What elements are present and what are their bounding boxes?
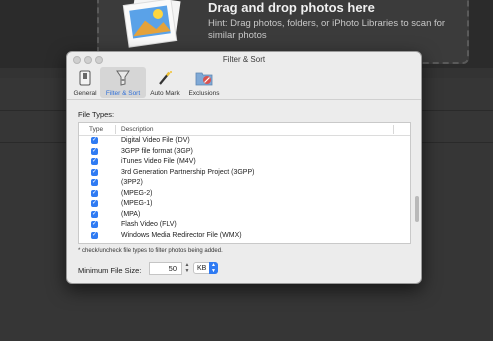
scrollbar-thumb[interactable]: [415, 196, 419, 222]
tab-label: Auto Mark: [150, 90, 180, 97]
tab-auto-mark[interactable]: Auto Mark: [147, 67, 183, 98]
tab-filter-sort[interactable]: Filter & Sort: [100, 67, 146, 98]
magic-wand-icon: [159, 71, 172, 85]
row-checkbox[interactable]: ✓: [91, 179, 98, 186]
row-description: (MPA): [121, 210, 141, 218]
table-row[interactable]: ✓ iTunes Video File (M4V): [79, 157, 403, 168]
table-row[interactable]: ✓ (3PP2): [79, 178, 403, 189]
table-row[interactable]: ✓ Flash Video (FLV): [79, 220, 403, 231]
table-row[interactable]: ✓ 3GPP file format (3GP): [79, 147, 403, 158]
row-description: 3GPP file format (3GP): [121, 147, 193, 155]
column-divider: [115, 125, 116, 134]
table-header: Type Description: [79, 123, 410, 136]
table-row[interactable]: ✓ Windows Media Redirector File (WMX): [79, 231, 403, 242]
column-header-type[interactable]: Type: [89, 126, 103, 133]
photos-stack-icon: [122, 0, 181, 48]
row-checkbox[interactable]: ✓: [91, 210, 98, 218]
dropzone-hint: Hint: Drag photos, folders, or iPhoto Li…: [208, 18, 446, 41]
row-description: (MPEG-2): [121, 189, 153, 197]
min-file-size-stepper[interactable]: ▲ ▼: [184, 262, 190, 275]
tab-label: Filter & Sort: [105, 90, 141, 97]
row-checkbox[interactable]: ✓: [91, 189, 98, 197]
funnel-icon: [116, 70, 130, 86]
table-row[interactable]: ✓ (MPEG-2): [79, 189, 403, 200]
table-row[interactable]: ✓ (MPEG-1): [79, 199, 403, 210]
tab-general[interactable]: General: [70, 67, 100, 98]
folder-exclusion-icon: [195, 72, 213, 86]
row-description: Digital Video File (DV): [121, 137, 190, 144]
row-description: 3rd Generation Partnership Project (3GPP…: [121, 168, 255, 176]
preferences-toolbar: General Filter & Sort Auto Mark Exclusio…: [67, 66, 421, 100]
row-checkbox[interactable]: ✓: [91, 147, 98, 155]
size-unit-value: KB: [197, 265, 207, 272]
min-file-size-label: Minimum File Size:: [78, 266, 142, 275]
table-scrollbar[interactable]: [402, 136, 409, 242]
row-checkbox[interactable]: ✓: [91, 168, 98, 176]
row-checkbox[interactable]: ✓: [91, 158, 98, 165]
chevron-updown-icon: ▲ ▼: [209, 262, 218, 274]
file-types-label: File Types:: [78, 110, 115, 119]
dropzone-title: Drag and drop photos here: [208, 0, 375, 15]
column-divider: [393, 125, 394, 134]
table-row[interactable]: ✓ Digital Video File (DV): [79, 136, 403, 147]
row-description: (MPEG-1): [121, 200, 153, 207]
file-types-note: * check/uncheck file types to filter pho…: [78, 248, 223, 254]
stepper-down-icon[interactable]: ▼: [184, 268, 190, 274]
file-types-table[interactable]: Type Description ✓ Digital Video File (DV…: [78, 122, 411, 244]
switch-icon: [79, 70, 91, 86]
size-unit-select[interactable]: KB ▲ ▼: [193, 262, 218, 274]
filter-sort-dialog: Filter & Sort General Filter & Sort Auto…: [66, 51, 422, 284]
tab-label: Exclusions: [188, 90, 220, 97]
tab-exclusions[interactable]: Exclusions: [185, 67, 223, 98]
table-body: ✓ Digital Video File (DV) ✓ 3GPP file form…: [79, 136, 403, 241]
row-description: (3PP2): [121, 179, 143, 186]
min-file-size-input[interactable]: 50: [149, 262, 182, 275]
row-description: iTunes Video File (M4V): [121, 158, 196, 165]
row-checkbox[interactable]: ✓: [91, 221, 98, 228]
tab-label: General: [73, 90, 97, 97]
window-title: Filter & Sort: [222, 55, 266, 64]
column-header-description[interactable]: Description: [121, 126, 154, 133]
row-checkbox[interactable]: ✓: [91, 200, 98, 207]
row-checkbox[interactable]: ✓: [91, 137, 98, 144]
table-row[interactable]: ✓ (MPA): [79, 210, 403, 221]
table-row[interactable]: ✓ 3rd Generation Partnership Project (3GP…: [79, 168, 403, 179]
row-description: Windows Media Redirector File (WMX): [121, 231, 242, 239]
row-description: Flash Video (FLV): [121, 221, 177, 228]
row-checkbox[interactable]: ✓: [91, 231, 98, 239]
